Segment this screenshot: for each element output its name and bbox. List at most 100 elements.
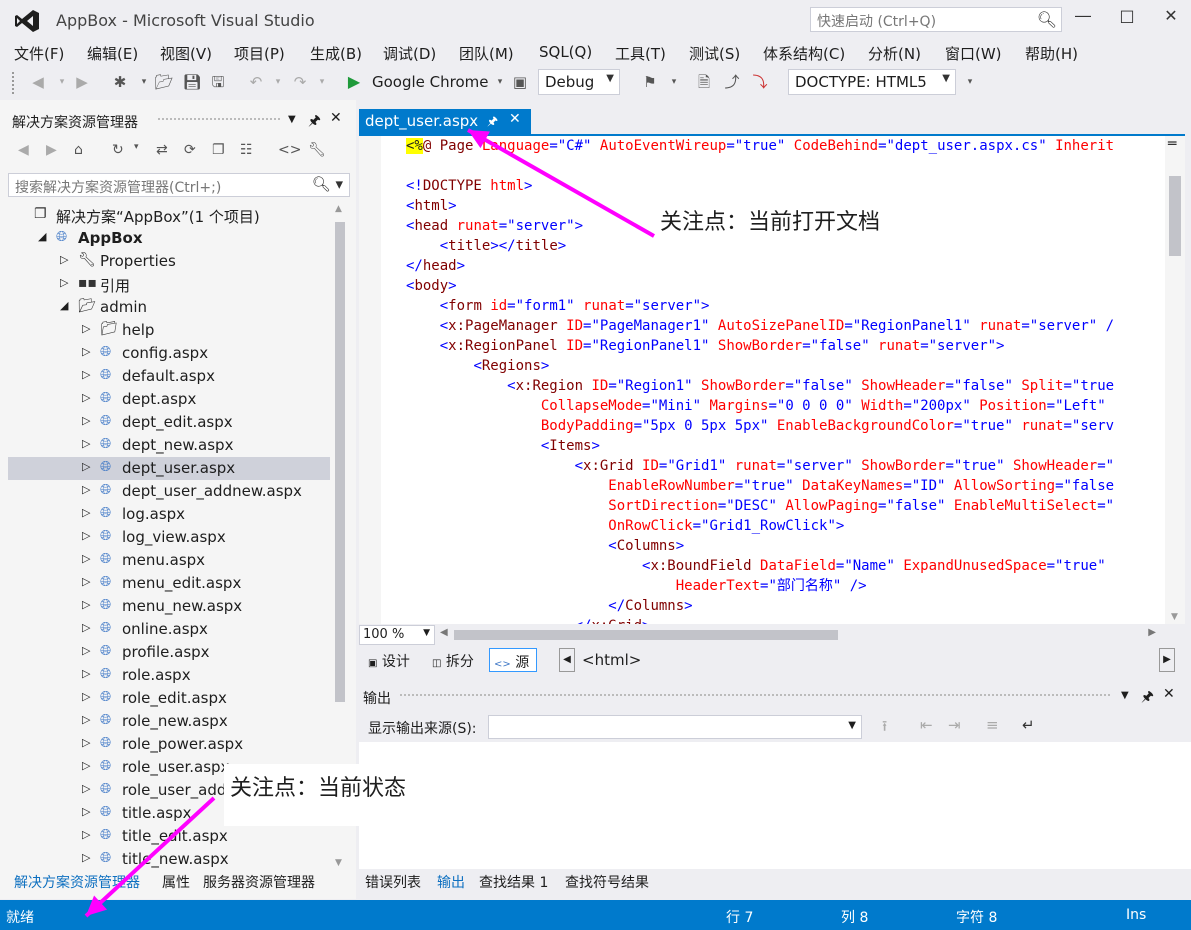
expand-arrow-icon[interactable]: ▷	[82, 391, 90, 404]
scroll-up-icon[interactable]: ▲	[335, 204, 342, 214]
clear-all-icon[interactable]: ≡	[986, 716, 999, 734]
tab-properties[interactable]: 属性	[162, 872, 190, 892]
code-line[interactable]: BodyPadding="5px 0 5px 5px" EnableBackgr…	[406, 416, 1114, 436]
expand-arrow-icon[interactable]: ▷	[82, 667, 90, 680]
properties-wrench-icon[interactable]: 🔧︎	[308, 142, 326, 158]
menu-file[interactable]: 文件(F)	[14, 43, 64, 64]
tab-split-view[interactable]: ◫ 拆分	[428, 648, 478, 672]
expand-arrow-icon[interactable]: ▷	[82, 483, 90, 496]
expand-arrow-icon[interactable]: ▷	[82, 759, 90, 772]
tree-item[interactable]: ▷ 🌐︎ config.aspx	[8, 342, 330, 365]
split-window-icon[interactable]: ═	[1168, 136, 1176, 152]
code-line[interactable]: <Items>	[406, 436, 600, 456]
expand-arrow-icon[interactable]: ▷	[82, 690, 90, 703]
bookmark-next-icon[interactable]: ⤴	[722, 72, 742, 92]
panel-menu-icon[interactable]: ▼	[288, 114, 296, 125]
minimize-button[interactable]: ―	[1068, 6, 1098, 30]
scroll-down-icon[interactable]: ▼	[335, 858, 342, 868]
collapse-all-icon[interactable]: ❐	[212, 142, 225, 158]
expand-arrow-icon[interactable]: ▷	[60, 276, 68, 289]
expand-arrow-icon[interactable]: ▷	[82, 506, 90, 519]
comment-icon[interactable]: 🗎︎	[694, 72, 714, 92]
toolbar-options-icon[interactable]: ▾	[960, 72, 980, 92]
document-tab-dept-user[interactable]: dept_user.aspx 🖈︎ ✕	[359, 109, 531, 134]
navigate-forward-icon[interactable]: ▶	[72, 72, 92, 92]
menu-build[interactable]: 生成(B)	[310, 43, 362, 64]
code-line[interactable]: HeaderText="部门名称" />	[406, 576, 867, 596]
expand-arrow-icon[interactable]: ▷	[82, 805, 90, 818]
expand-arrow-icon[interactable]: ▷	[82, 460, 90, 473]
menu-window[interactable]: 窗口(W)	[945, 43, 1002, 64]
tree-item[interactable]: ▷ 🌐︎ dept.aspx	[8, 388, 330, 411]
editor-horizontal-scrollbar[interactable]: ◀ ▶	[438, 626, 1162, 644]
redo-dropdown-icon[interactable]: ▾	[312, 72, 332, 92]
find-in-files-icon[interactable]: ⚑	[640, 72, 660, 92]
open-file-icon[interactable]: 📂︎	[154, 72, 174, 92]
tree-item[interactable]: ▷ 🌐︎ dept_new.aspx	[8, 434, 330, 457]
menu-test[interactable]: 测试(S)	[689, 43, 740, 64]
close-icon[interactable]: ✕	[1163, 686, 1175, 702]
pin-icon[interactable]: 🖈︎	[1141, 686, 1154, 710]
sync-icon[interactable]: ↻	[112, 142, 124, 158]
expand-arrow-icon[interactable]: ▷	[82, 736, 90, 749]
back-dropdown-icon[interactable]: ▾	[52, 72, 72, 92]
code-line[interactable]: </x:Grid>	[406, 616, 651, 624]
menu-view[interactable]: 视图(V)	[160, 43, 212, 64]
code-line[interactable]: <head runat="server">	[406, 216, 583, 236]
code-line[interactable]: EnableRowNumber="true" DataKeyNames="ID"…	[406, 476, 1114, 496]
code-line[interactable]: <Regions>	[406, 356, 549, 376]
code-line[interactable]: CollapseMode="Mini" Margins="0 0 0 0" Wi…	[406, 396, 1114, 416]
sync-dropdown-icon[interactable]: ▾	[134, 142, 139, 152]
toolbar-grip[interactable]	[12, 72, 16, 94]
zoom-select[interactable]: 100 % ▼	[359, 625, 435, 645]
browse-with-icon[interactable]: ▣	[510, 72, 530, 92]
expand-arrow-icon[interactable]: ▷	[82, 345, 90, 358]
navigate-back-icon[interactable]: ◀	[28, 72, 48, 92]
redo-icon[interactable]: ↷	[290, 72, 310, 92]
expand-arrow-icon[interactable]: ▷	[82, 552, 90, 565]
expand-arrow-icon[interactable]: ◢	[38, 230, 46, 243]
tree-item[interactable]: ▷ 📁︎ help	[8, 319, 330, 342]
pin-icon[interactable]: 🖈︎	[308, 110, 321, 134]
menu-tools[interactable]: 工具(T)	[615, 43, 666, 64]
menu-analyze[interactable]: 分析(N)	[868, 43, 921, 64]
output-source-select[interactable]: ▼	[488, 715, 862, 739]
menu-help[interactable]: 帮助(H)	[1025, 43, 1078, 64]
expand-arrow-icon[interactable]: ▷	[82, 644, 90, 657]
menu-edit[interactable]: 编辑(E)	[87, 43, 138, 64]
scrollbar-thumb[interactable]	[454, 630, 838, 640]
tree-item[interactable]: ▷ 🌐︎ log_view.aspx	[8, 526, 330, 549]
tree-item[interactable]: ▷ 🌐︎ role_new.aspx	[8, 710, 330, 733]
expand-arrow-icon[interactable]: ▷	[82, 575, 90, 588]
expand-arrow-icon[interactable]: ◢	[60, 299, 68, 312]
tree-item[interactable]: ▷ ▪▪ 引用	[8, 273, 330, 296]
code-line[interactable]: </head>	[406, 256, 465, 276]
menu-project[interactable]: 项目(P)	[234, 43, 285, 64]
go-next-message-icon[interactable]: ⇥	[948, 716, 961, 734]
new-project-dropdown-icon[interactable]: ▾	[134, 72, 154, 92]
tab-solution-explorer[interactable]: 解决方案资源管理器	[14, 872, 140, 892]
panel-drag-grip[interactable]	[400, 694, 1110, 696]
run-target-label[interactable]: Google Chrome	[372, 73, 489, 91]
scroll-down-icon[interactable]: ▼	[1171, 612, 1178, 622]
path-next-button[interactable]: ▶	[1159, 648, 1175, 672]
tab-find-symbol-results[interactable]: 查找符号结果	[565, 872, 649, 892]
tree-item[interactable]: ▷ 🌐︎ profile.aspx	[8, 641, 330, 664]
scroll-left-icon[interactable]: ◀	[440, 627, 448, 638]
tab-server-explorer[interactable]: 服务器资源管理器	[203, 872, 315, 892]
solution-config-select[interactable]: Debug ▼	[538, 69, 620, 95]
close-window-button[interactable]: ✕	[1156, 6, 1186, 30]
expand-arrow-icon[interactable]: ▷	[82, 851, 90, 864]
tree-item[interactable]: ▷ 🌐︎ title_new.aspx	[8, 848, 330, 868]
save-icon[interactable]: 💾︎	[182, 72, 202, 92]
expand-arrow-icon[interactable]: ▷	[82, 621, 90, 634]
forward-icon[interactable]: ▶	[46, 142, 57, 158]
tab-output[interactable]: 输出	[437, 872, 465, 892]
view-code-icon[interactable]: <>	[278, 142, 301, 158]
code-line[interactable]: SortDirection="DESC" AllowPaging="false"…	[406, 496, 1114, 516]
tree-item[interactable]: ▷ 🌐︎ log.aspx	[8, 503, 330, 526]
code-line[interactable]: <form id="form1" runat="server">	[406, 296, 710, 316]
tree-item[interactable]: ▷ 🔧︎ Properties	[8, 250, 330, 273]
code-line[interactable]: <Columns>	[406, 536, 684, 556]
new-project-icon[interactable]: ✱	[110, 72, 130, 92]
